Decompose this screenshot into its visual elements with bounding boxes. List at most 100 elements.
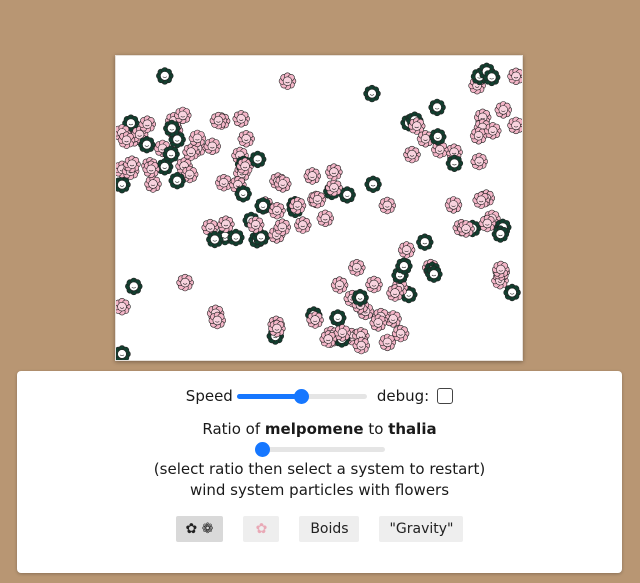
pink-flower-particle <box>386 284 404 302</box>
restart-hint: (select ratio then select a system to re… <box>153 460 486 478</box>
pink-flower-particle <box>217 215 235 233</box>
pink-flower-particle <box>215 174 233 192</box>
dark-flower-particle <box>227 228 245 247</box>
dark-flower-particle <box>249 150 267 169</box>
pink-flower-particle <box>397 241 416 259</box>
debug-label: debug: <box>376 387 430 405</box>
pink-flower-particle <box>174 106 192 125</box>
dark-flower-particle <box>329 309 347 327</box>
pink-flower-particle <box>237 130 255 148</box>
pink-flower-particle <box>444 196 463 214</box>
pink-flower-particle <box>319 330 337 348</box>
flower-system-button[interactable]: ✿ <box>243 516 280 542</box>
speed-slider-fill <box>236 394 302 399</box>
speed-slider-thumb[interactable] <box>294 389 310 404</box>
pink-flower-particle <box>144 175 162 193</box>
wind-system-button[interactable]: ✿ ❁ <box>175 516 224 542</box>
dark-flower-particle <box>364 175 382 194</box>
dark-flower-particle <box>395 257 413 275</box>
pink-flower-particle <box>494 101 512 119</box>
pink-flower-particle <box>470 152 488 171</box>
pink-flower-particle <box>507 67 522 85</box>
pink-flower-particle <box>403 145 421 164</box>
ratio-middle: to <box>368 420 384 438</box>
pink-flower-particle <box>378 333 397 352</box>
dark-flower-particle <box>125 277 143 296</box>
ratio-second-species: thalia <box>388 420 437 438</box>
pink-flower-particle <box>457 220 475 238</box>
ratio-prefix: Ratio of <box>202 420 261 438</box>
control-panel: Speed debug: Ratio of melpomene to thali… <box>17 371 622 573</box>
boids-button[interactable]: Boids <box>299 516 360 542</box>
ratio-slider-thumb[interactable] <box>255 442 270 457</box>
pink-flower-particle <box>378 196 396 215</box>
pink-flower-particle <box>478 214 496 233</box>
pink-flower-particle <box>288 196 307 215</box>
particle-field <box>116 62 522 360</box>
pink-flower-particle <box>492 260 510 279</box>
dark-flower-particle <box>168 172 186 190</box>
pink-flower-particle <box>348 259 366 277</box>
dark-flower-particle <box>482 68 501 87</box>
pink-flower-particle <box>232 110 250 128</box>
ratio-slider-track <box>255 447 385 452</box>
ratio-first-species: melpomene <box>264 420 364 438</box>
pink-flower-particle <box>365 275 383 294</box>
pink-flower-particle <box>274 175 292 193</box>
pink-flower-particle <box>123 155 141 173</box>
pink-flower-particle <box>303 167 322 185</box>
pink-flower-particle <box>352 336 371 355</box>
pink-flower-particle <box>203 137 222 156</box>
pink-flower-particle <box>142 160 160 179</box>
pink-flower-particle <box>330 276 349 294</box>
pink-flower-particle <box>117 131 136 149</box>
speed-slider[interactable] <box>236 388 367 404</box>
dark-flower-particle <box>351 288 369 307</box>
dark-flower-particle <box>429 128 447 146</box>
dark-flower-particle <box>445 154 464 173</box>
debug-checkbox[interactable] <box>437 388 454 404</box>
dark-flower-particle <box>234 185 252 203</box>
pink-flower-particle <box>273 218 292 236</box>
speed-label: Speed <box>185 387 233 405</box>
dark-flower-particle <box>428 98 446 117</box>
pink-flower-particle <box>484 122 502 140</box>
pink-flower-particle <box>306 311 324 329</box>
pink-flower-particle <box>116 298 131 316</box>
pink-flower-particle <box>138 115 156 133</box>
dark-flower-particle <box>156 67 174 85</box>
ratio-label: Ratio of melpomene to thalia <box>17 420 622 438</box>
dark-flower-particle <box>425 265 443 283</box>
pink-flower-particle <box>472 191 490 209</box>
pink-flower-particle <box>391 324 410 343</box>
dark-flower-particle <box>163 119 181 138</box>
pink-flower-particle <box>208 311 227 330</box>
system-buttons: ✿ ❁ ✿ Boids "Gravity" <box>17 516 622 542</box>
pink-flower-particle <box>278 72 297 90</box>
pink-flower-particle <box>316 209 335 228</box>
pink-flower-particle <box>308 191 327 209</box>
speed-row: Speed debug: <box>17 387 622 405</box>
simulation-canvas[interactable] <box>115 55 523 361</box>
ratio-slider[interactable] <box>255 441 385 457</box>
pink-flower-particle <box>176 273 194 292</box>
dark-flower-particle <box>206 230 224 249</box>
dark-flower-particle <box>363 84 381 103</box>
pink-flower-particle <box>325 179 343 197</box>
pink-flower-particle <box>209 111 228 130</box>
pink-flower-particle <box>268 202 286 220</box>
system-description: wind system particles with flowers <box>189 481 450 499</box>
dark-flower-particle <box>162 145 180 163</box>
pink-flower-particle <box>325 163 343 181</box>
pink-flower-particle <box>507 116 522 135</box>
dark-flower-particle <box>491 225 510 243</box>
pink-flower-particle <box>294 216 312 234</box>
dark-flower-particle <box>138 136 156 154</box>
gravity-button[interactable]: "Gravity" <box>379 516 464 542</box>
dark-flower-particle <box>116 345 131 360</box>
pink-flower-particle <box>268 319 286 338</box>
pink-flower-particle <box>247 216 265 234</box>
pink-flower-particle <box>369 314 387 332</box>
pink-flower-particle <box>188 129 207 148</box>
dark-flower-particle <box>416 233 434 251</box>
